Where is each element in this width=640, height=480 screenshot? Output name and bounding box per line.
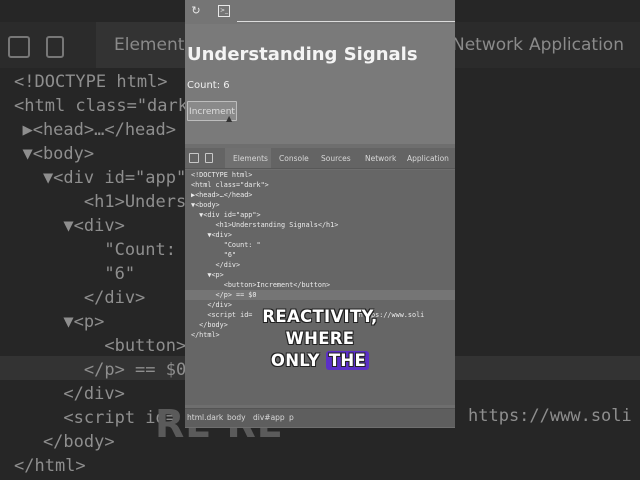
bg-code-line: ▼<body> [2, 144, 95, 164]
bg-tab-network: Network [452, 35, 523, 55]
dom-node-line[interactable]: </div> [191, 300, 232, 310]
bg-inspect-icon [8, 36, 30, 58]
dom-node-line[interactable]: "Count: " [191, 240, 261, 250]
dom-node-line[interactable]: </div> [191, 260, 241, 270]
bg-tab-application: Application [529, 35, 624, 55]
terminal-icon[interactable]: >_ [218, 5, 230, 17]
inspect-element-icon[interactable] [189, 153, 199, 163]
bg-code-line: <html class="dark"> [14, 96, 209, 116]
tab-application[interactable]: Application [407, 154, 449, 163]
dom-node-line[interactable]: "6" [191, 250, 236, 260]
bg-code-line: <h1>Understa [2, 192, 207, 212]
breadcrumb-html[interactable]: html.dark [187, 413, 223, 422]
tab-sources[interactable]: Sources [321, 154, 351, 163]
bg-url-fragment: https://www.soli [468, 406, 632, 426]
mouse-cursor-icon: ▲ [226, 114, 233, 123]
dom-node-line[interactable]: <!DOCTYPE html> [191, 170, 252, 180]
tab-console[interactable]: Console [279, 154, 309, 163]
page-viewport: Understanding Signals Count: 6 Increment… [185, 24, 455, 144]
bg-code-line: </body> [2, 432, 115, 452]
bg-code-line: </html> [14, 456, 86, 476]
bg-device-icon [46, 36, 64, 58]
bg-code-line: ▼<div> [2, 216, 125, 236]
bg-code-line: ▼<p> [2, 312, 105, 332]
bg-tab-elements: Elements [114, 35, 194, 55]
dom-node-line[interactable]: </html> [191, 330, 220, 340]
bg-code-line: <script id= [2, 408, 176, 428]
video-caption: REACTIVITY, WHERE ONLY THE [230, 306, 410, 372]
bg-code-line: <button>In [2, 336, 207, 356]
caption-line-2: ONLY THE [230, 350, 410, 372]
bg-code-line: <!DOCTYPE html> [14, 72, 168, 92]
page-title: Understanding Signals [187, 44, 418, 65]
dom-node-line[interactable]: ▶<head>…</head> [191, 190, 252, 200]
browser-toolbar: ↻ >_ [185, 0, 455, 24]
dom-node-line[interactable]: <html class="dark"> [191, 180, 269, 190]
breadcrumb [185, 408, 455, 427]
bg-code-line: "Count: " [2, 240, 197, 260]
breadcrumb-body[interactable]: body [227, 413, 246, 422]
dom-node-line[interactable]: <h1>Understanding Signals</h1> [191, 220, 339, 230]
dom-node-line[interactable]: ▼<div id="app"> [191, 210, 260, 220]
bg-code-line: </div> [2, 288, 146, 308]
caption-line-2-text: ONLY [270, 351, 326, 370]
bg-code-line: ▶<head>…</head> [2, 120, 176, 140]
dom-node-line[interactable]: <button>Increment</button> [191, 280, 330, 290]
breadcrumb-div-app[interactable]: div#app [253, 413, 285, 422]
breadcrumb-p[interactable]: p [289, 413, 294, 422]
dom-node-line[interactable]: ▼<body> [191, 200, 220, 210]
reload-icon[interactable]: ↻ [190, 5, 202, 17]
bg-code-line: </p> == $0 [2, 360, 187, 380]
dom-node-line[interactable]: ▼<div> [191, 230, 232, 240]
device-toolbar-icon[interactable] [205, 153, 213, 163]
bg-code-line: </div> [2, 384, 125, 404]
address-bar[interactable] [237, 21, 455, 22]
bg-code-line: "6" [2, 264, 136, 284]
tab-elements[interactable]: Elements [233, 154, 268, 163]
dom-node-line-selected[interactable]: </p> == $0 [191, 290, 257, 300]
dom-node-line[interactable]: </body> [191, 320, 228, 330]
tab-network[interactable]: Network [365, 154, 396, 163]
caption-highlight-word: THE [325, 351, 370, 370]
bg-code-line: ▼<div id="app"> [2, 168, 197, 188]
caption-line-1: REACTIVITY, WHERE [262, 307, 378, 348]
dom-node-line[interactable]: ▼<p> [191, 270, 223, 280]
count-text: Count: 6 [187, 80, 230, 91]
